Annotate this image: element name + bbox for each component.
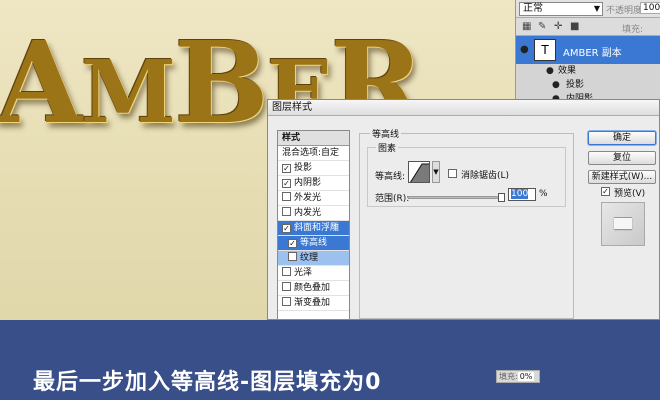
blend-mode-select[interactable]: 正常 ▼ <box>519 2 603 16</box>
checkbox[interactable]: ✓ <box>282 164 291 173</box>
checkbox[interactable]: ✓ <box>282 224 291 233</box>
style-item-gradient-overlay[interactable]: 渐变叠加 <box>278 296 349 311</box>
elements-group: 图素 等高线: ▼ 消除锯齿(L) 范围(R): 100 % <box>367 141 566 207</box>
elements-title: 图素 <box>376 141 399 154</box>
preview-checkbox[interactable]: ✓ <box>601 187 610 196</box>
checkbox[interactable]: ✓ <box>288 239 297 248</box>
art-letter: A <box>0 18 83 149</box>
effect-label: 投影 <box>566 80 585 90</box>
style-item-inner-shadow[interactable]: ✓ 内阴影 <box>278 176 349 191</box>
style-item-label: 光泽 <box>294 268 313 278</box>
fill-chip-value: 0% <box>517 372 535 381</box>
fill-label: 填充: <box>622 25 644 35</box>
style-item-label: 斜面和浮雕 <box>294 223 340 233</box>
style-item-label: 投影 <box>294 163 313 173</box>
preview-shape <box>614 217 632 229</box>
layer-name: AMBER 副本 <box>563 48 622 59</box>
style-item-contour[interactable]: ✓ 等高线 <box>278 236 349 251</box>
checkbox[interactable] <box>282 267 291 276</box>
style-item-label: 渐变叠加 <box>294 298 331 308</box>
checkbox[interactable]: ✓ <box>282 179 291 188</box>
style-item-label: 等高线 <box>300 238 328 248</box>
style-item-label: 混合选项:自定 <box>282 148 340 158</box>
eye-icon[interactable]: ● <box>546 64 554 78</box>
fill-chip: 填充: 0% <box>496 370 540 383</box>
checkbox[interactable] <box>282 282 291 291</box>
style-item-blending-options[interactable]: 混合选项:自定 <box>278 146 349 161</box>
style-item-drop-shadow[interactable]: ✓ 投影 <box>278 161 349 176</box>
preview-label: 预览(V) <box>614 189 646 199</box>
chevron-down-icon[interactable]: ▼ <box>432 161 440 183</box>
style-item-inner-glow[interactable]: 内发光 <box>278 206 349 221</box>
style-item-outer-glow[interactable]: 外发光 <box>278 191 349 206</box>
checkbox[interactable] <box>282 207 291 216</box>
effects-row[interactable]: ● 效果 <box>516 64 660 78</box>
effects-label: 效果 <box>558 66 577 76</box>
opacity-input[interactable]: 100 <box>640 2 660 14</box>
new-style-button[interactable]: 新建样式(W)... <box>588 170 656 184</box>
range-input[interactable]: 100 <box>508 188 536 201</box>
antialias-label: 消除锯齿(L) <box>461 171 510 181</box>
lock-transparency-icon[interactable]: ▦ <box>522 21 533 32</box>
contour-curve-picker[interactable] <box>408 161 430 183</box>
range-unit: % <box>539 189 548 199</box>
chevron-down-icon: ▼ <box>593 4 600 13</box>
art-letter: M <box>80 42 176 143</box>
art-letter: B <box>174 18 269 149</box>
layer-row-amber-copy[interactable]: ● T AMBER 副本 <box>516 36 660 64</box>
layer-style-dialog: 图层样式 样式 混合选项:自定 ✓ 投影 ✓ 内阴影 外发光 内发光 ✓ 斜面和浮雕 … <box>267 99 660 320</box>
checkbox[interactable] <box>282 297 291 306</box>
slider-thumb[interactable] <box>498 193 505 202</box>
range-label: 范围(R): <box>375 194 410 204</box>
group-title: 等高线 <box>370 127 402 140</box>
caption-banner: 最后一步加入等高线-图层填充为0 填充: 0% <box>0 320 660 400</box>
eye-icon[interactable]: ● <box>520 44 529 55</box>
ok-button[interactable]: 确定 <box>588 131 656 145</box>
reset-button[interactable]: 复位 <box>588 151 656 165</box>
style-item-color-overlay[interactable]: 颜色叠加 <box>278 281 349 296</box>
dialog-title: 图层样式 <box>268 100 659 116</box>
style-item-texture[interactable]: 纹理 <box>278 251 349 266</box>
lock-all-icon[interactable]: ■ <box>570 21 581 32</box>
style-item-label: 颜色叠加 <box>294 283 331 293</box>
layers-options-bar: 正常 ▼ 不透明度: 100 <box>516 0 660 18</box>
contour-label: 等高线: <box>375 172 406 182</box>
contour-curve-icon <box>410 163 429 182</box>
range-slider[interactable] <box>408 193 505 202</box>
blend-mode-value: 正常 <box>523 3 543 14</box>
styles-header[interactable]: 样式 <box>278 131 349 146</box>
lock-brush-icon[interactable]: ✎ <box>538 21 549 32</box>
checkbox[interactable] <box>282 192 291 201</box>
eye-icon[interactable]: ● <box>552 78 560 92</box>
style-item-bevel-emboss[interactable]: ✓ 斜面和浮雕 <box>278 221 349 236</box>
checkbox[interactable] <box>288 252 297 261</box>
style-preview-thumbnail <box>601 202 645 246</box>
styles-list: 样式 混合选项:自定 ✓ 投影 ✓ 内阴影 外发光 内发光 ✓ 斜面和浮雕 ✓ 等高线 … <box>277 130 350 320</box>
lock-move-icon[interactable]: ✛ <box>554 21 565 32</box>
range-value-text: 100 <box>511 189 529 199</box>
style-item-label: 纹理 <box>300 253 319 263</box>
contour-group: 等高线 图素 等高线: ▼ 消除锯齿(L) 范围(R): 100 % <box>359 127 574 319</box>
layers-panel: 正常 ▼ 不透明度: 100 ▦ ✎ ✛ ■ 填充: ● T AMBER 副本 ●… <box>515 0 660 100</box>
style-item-label: 外发光 <box>294 193 322 203</box>
text-layer-thumbnail: T <box>534 39 556 61</box>
style-item-satin[interactable]: 光泽 <box>278 266 349 281</box>
caption-text: 最后一步加入等高线-图层填充为0 <box>33 370 382 395</box>
style-item-label: 样式 <box>282 133 301 143</box>
effect-row-drop-shadow[interactable]: ● 投影 <box>516 78 660 92</box>
style-item-label: 内阴影 <box>294 178 322 188</box>
style-item-label: 内发光 <box>294 208 322 218</box>
fill-chip-label: 填充: <box>499 372 518 381</box>
antialias-checkbox[interactable] <box>448 169 457 178</box>
